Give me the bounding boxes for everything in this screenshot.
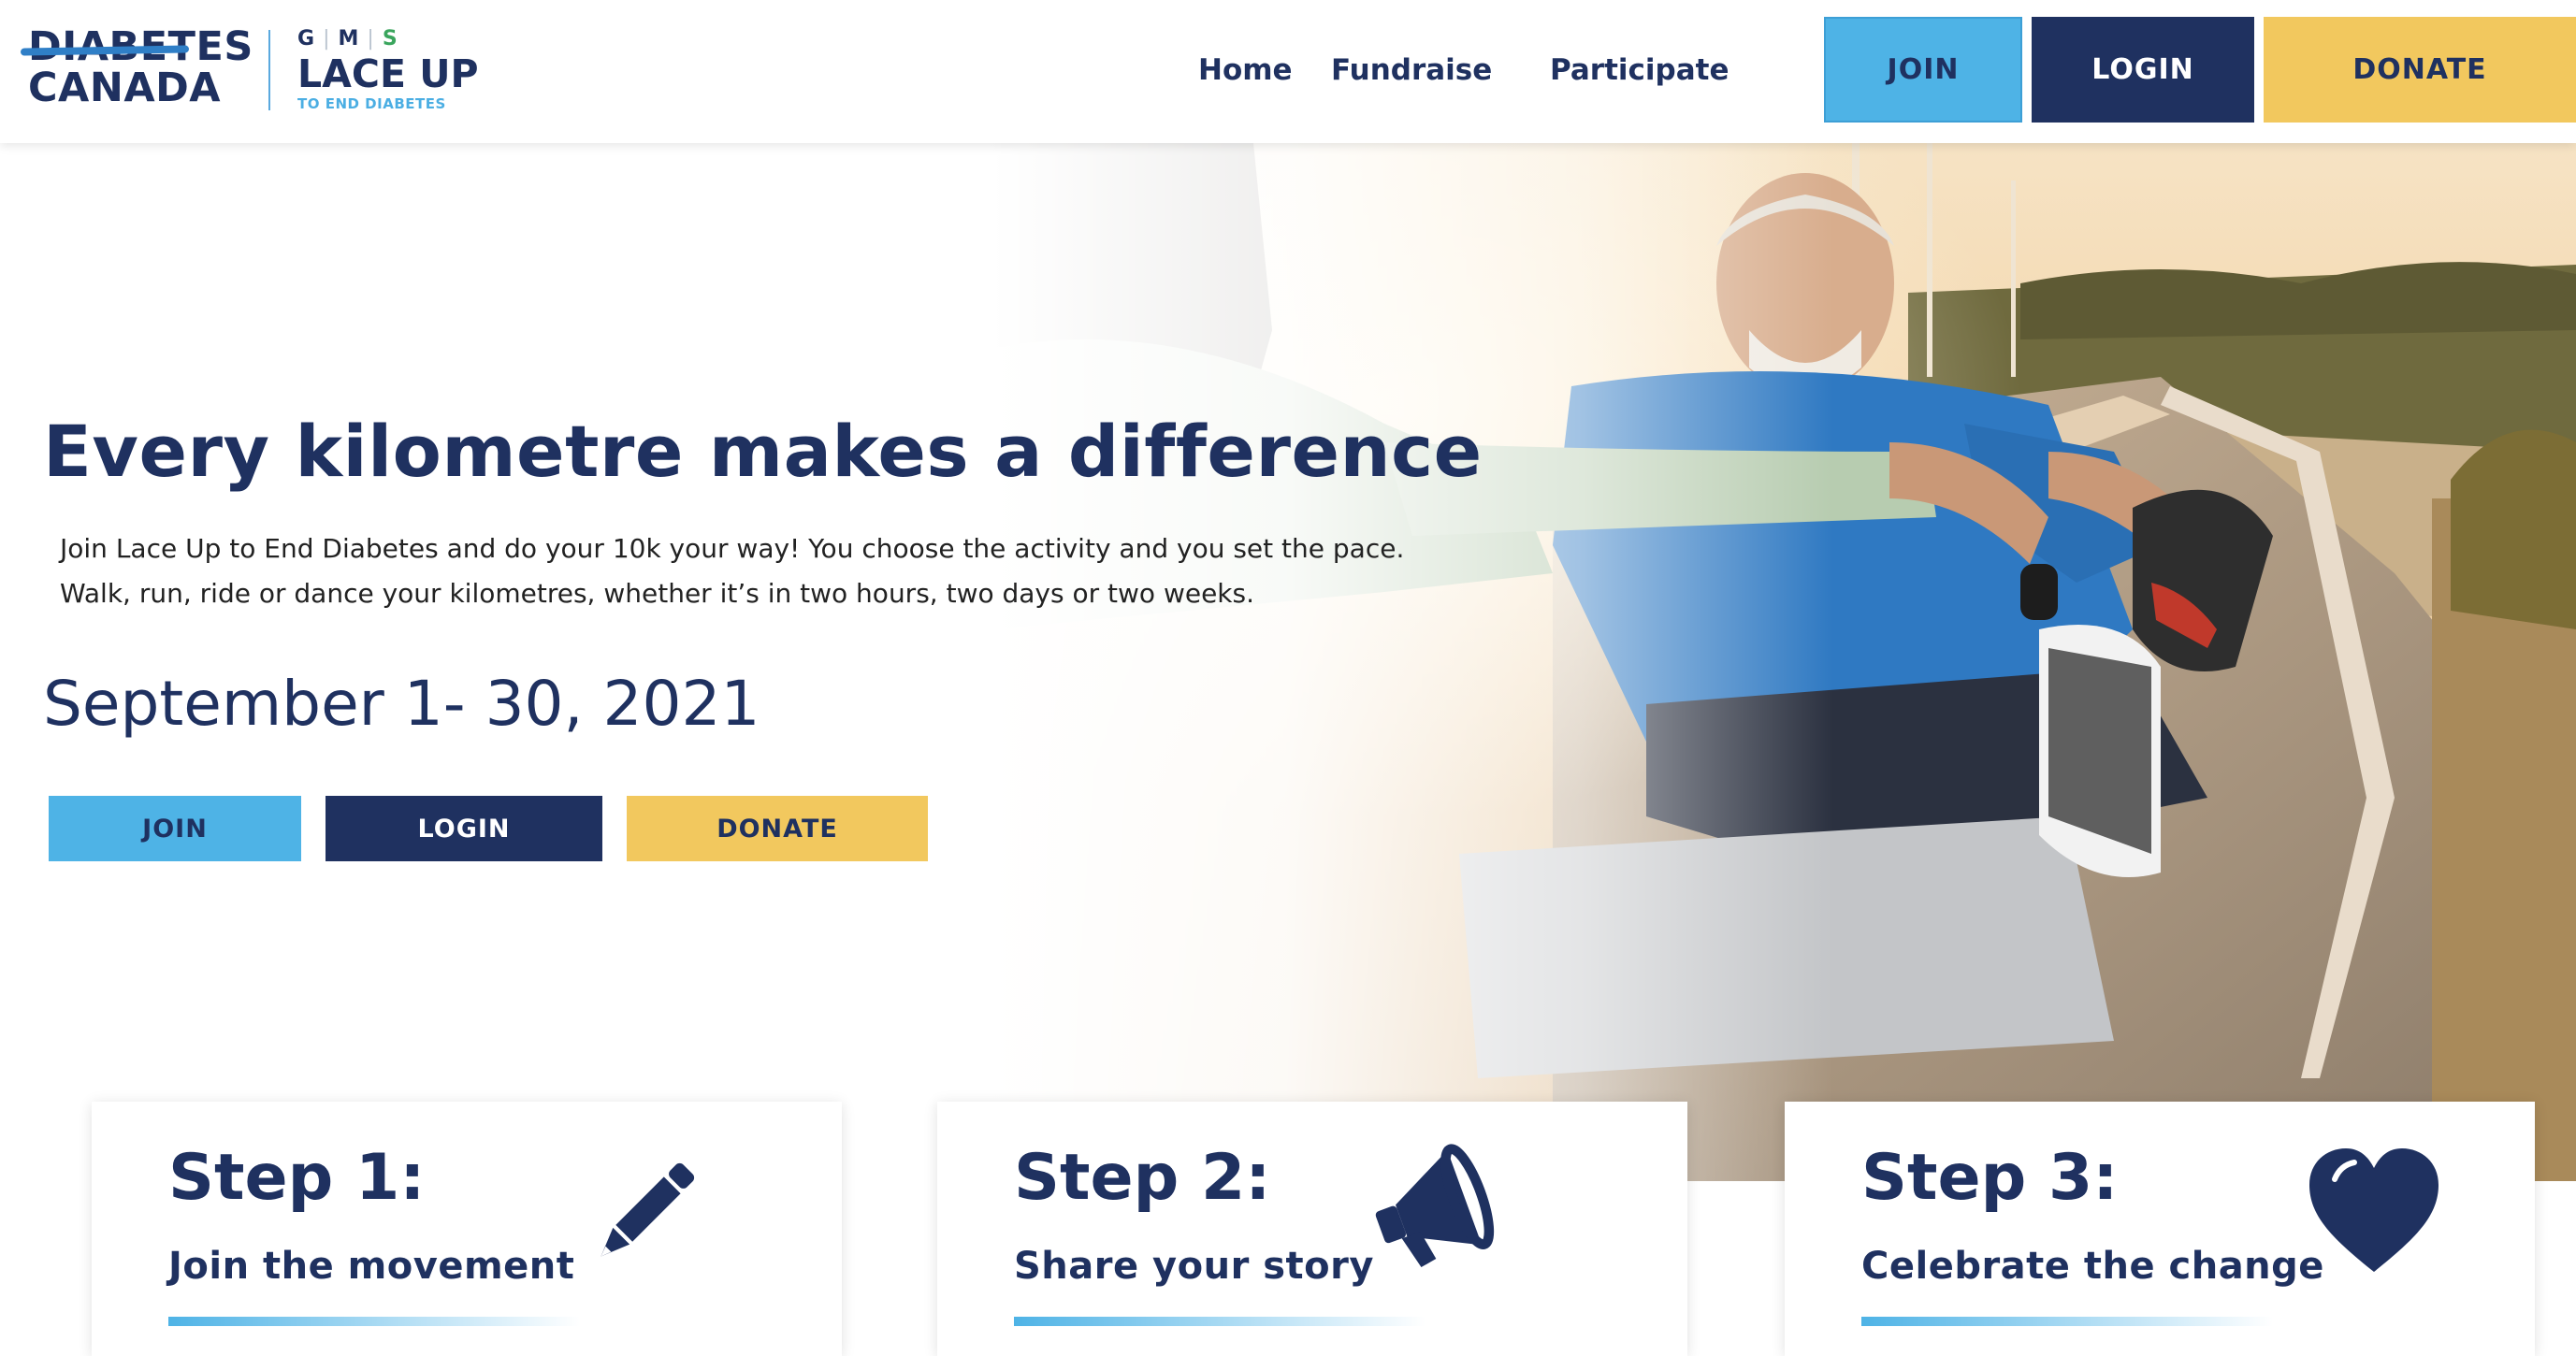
- step-2-underline: [1014, 1317, 1425, 1326]
- lace-up-tagline: TO END DIABETES: [297, 95, 446, 112]
- logo-canada-text: CANADA: [28, 65, 222, 111]
- gms-logo: G | M | S: [297, 27, 400, 50]
- step-card-3[interactable]: Step 3: Celebrate the change: [1785, 1102, 2535, 1356]
- hero-login-button[interactable]: LOGIN: [326, 796, 602, 861]
- step-2-title: Step 2:: [1014, 1141, 1271, 1215]
- header-login-button[interactable]: LOGIN: [2032, 17, 2254, 123]
- hero-title: Every kilometre makes a difference: [43, 410, 1483, 493]
- hero-description: Join Lace Up to End Diabetes and do your…: [60, 527, 1519, 616]
- hero-photo-fade: [991, 143, 1833, 1181]
- lace-up-logo[interactable]: G | M | S LACE UP TO END DIABETES: [297, 28, 485, 116]
- nav-participate-link[interactable]: Participate: [1550, 49, 1729, 92]
- step-3-subtitle: Celebrate the change: [1861, 1245, 2324, 1288]
- hero-section: Every kilometre makes a difference Join …: [0, 143, 2576, 1181]
- pencil-icon: [578, 1148, 709, 1279]
- site-header: DIABETES CANADA G | M | S LACE UP TO END…: [0, 0, 2576, 143]
- lace-up-text: LACE UP: [297, 51, 479, 96]
- header-join-button[interactable]: JOIN: [1824, 17, 2022, 123]
- heart-icon: [2304, 1143, 2444, 1283]
- logo-divider: [268, 30, 270, 110]
- gms-m-letter: M: [338, 27, 362, 50]
- step-1-underline: [168, 1317, 580, 1326]
- hero-donate-button[interactable]: DONATE: [627, 796, 928, 861]
- hero-description-line-1: Join Lace Up to End Diabetes and do your…: [60, 533, 1405, 564]
- megaphone-icon: [1363, 1139, 1503, 1279]
- step-card-1[interactable]: Step 1: Join the movement: [92, 1102, 842, 1356]
- step-card-2[interactable]: Step 2: Share your story: [937, 1102, 1687, 1356]
- step-1-title: Step 1:: [168, 1141, 426, 1215]
- gms-s-letter: S: [382, 27, 400, 50]
- nav-fundraise-link[interactable]: Fundraise: [1331, 49, 1492, 92]
- step-3-underline: [1861, 1317, 2273, 1326]
- step-2-subtitle: Share your story: [1014, 1245, 1374, 1288]
- header-donate-button[interactable]: DONATE: [2264, 17, 2576, 123]
- hero-join-button[interactable]: JOIN: [49, 796, 301, 861]
- nav-home-link[interactable]: Home: [1198, 49, 1293, 92]
- gms-g-letter: G: [297, 27, 318, 50]
- event-dates: September 1- 30, 2021: [43, 668, 760, 740]
- step-1-subtitle: Join the movement: [168, 1245, 575, 1288]
- step-3-title: Step 3:: [1861, 1141, 2119, 1215]
- diabetes-canada-logo[interactable]: DIABETES CANADA: [20, 26, 253, 112]
- hero-description-line-2: Walk, run, ride or dance your kilometres…: [60, 578, 1254, 609]
